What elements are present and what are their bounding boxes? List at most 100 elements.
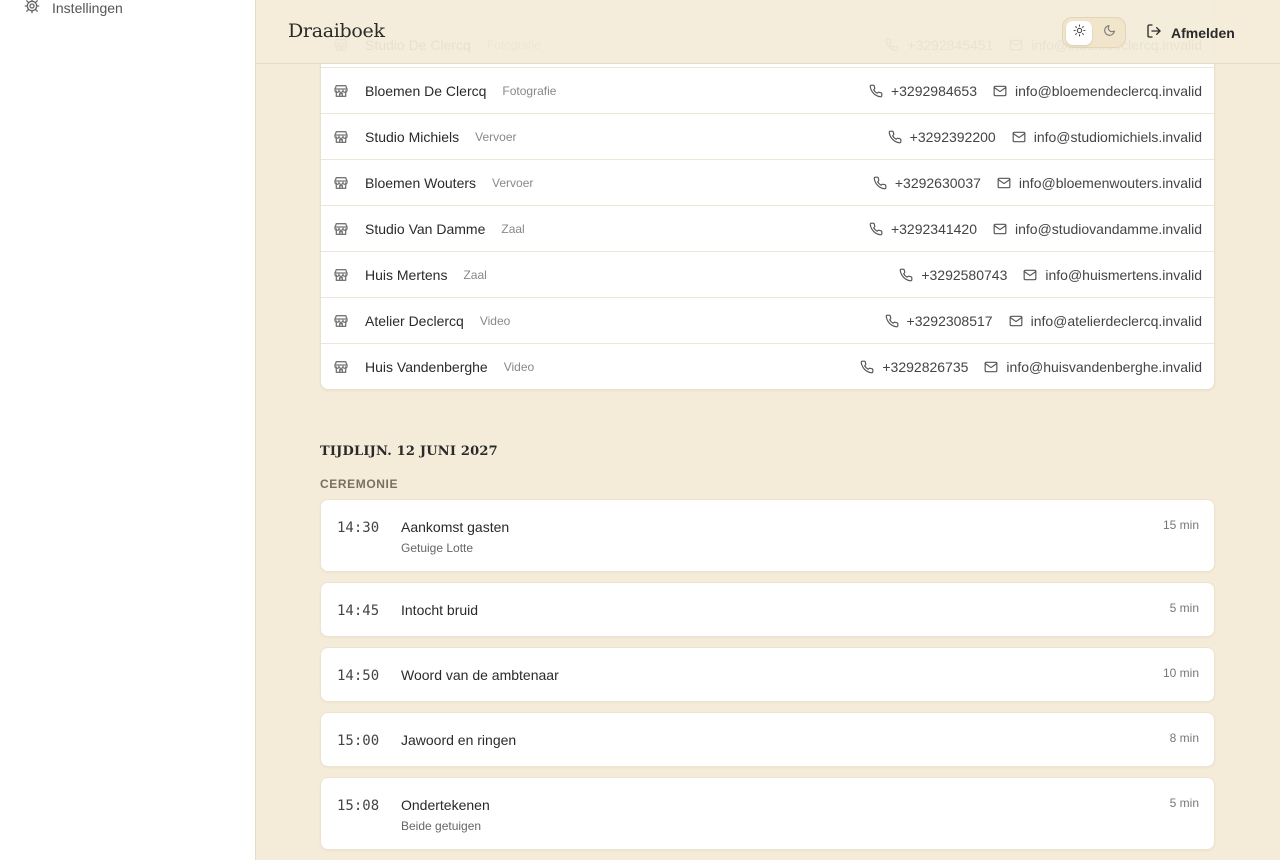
event-duration: 5 min — [1169, 601, 1199, 615]
event-subtitle: Beide getuigen — [401, 819, 482, 833]
vendor-category: Video — [479, 313, 511, 328]
store-icon — [333, 175, 349, 191]
timeline-event[interactable]: 14:30 Aankomst gasten Getuige Lotte 15 min — [320, 499, 1215, 572]
timeline-event[interactable]: 14:45 Intocht bruid 5 min — [320, 582, 1215, 637]
phone-icon — [873, 176, 887, 190]
event-time: 15:00 — [337, 733, 380, 749]
sun-icon — [1073, 24, 1086, 42]
vendor-email-link[interactable]: info@bloemendeclercq.invalid — [993, 83, 1202, 99]
timeline-group-label: CEREMONIE — [320, 477, 399, 491]
vendor-phone-link[interactable]: +3292341420 — [869, 221, 977, 237]
vendor-row[interactable]: Atelier Declercq Video +3292308517 info@ate… — [321, 297, 1214, 343]
sidebar: Instellingen — [0, 0, 256, 860]
vendor-email-link[interactable]: info@bloemenwouters.invalid — [997, 175, 1202, 191]
topbar: Draaiboek Afmelden — [256, 0, 1280, 64]
vendor-email-link[interactable]: info@atelierdeclercq.invalid — [1009, 313, 1202, 329]
mail-icon — [1009, 314, 1023, 328]
vendor-name: Huis Vandenberghe — [365, 358, 488, 375]
vendor-category: Vervoer — [492, 175, 534, 190]
event-duration: 15 min — [1162, 518, 1199, 532]
logout-button[interactable]: Afmelden — [1146, 23, 1235, 42]
vendor-category: Zaal — [463, 267, 487, 282]
vendor-email: info@studiomichiels.invalid — [1033, 128, 1202, 145]
moon-icon — [1103, 24, 1116, 42]
mail-icon — [1023, 268, 1037, 282]
phone-icon — [888, 130, 902, 144]
sidebar-item-settings[interactable]: Instellingen — [24, 0, 123, 17]
mail-icon — [993, 84, 1007, 98]
vendor-email-link[interactable]: info@huismertens.invalid — [1023, 267, 1202, 283]
mail-icon — [984, 360, 998, 374]
light-mode-button[interactable] — [1066, 20, 1092, 45]
event-title: Woord van de ambtenaar — [401, 667, 559, 683]
vendor-row[interactable]: Huis Vandenberghe Video +3292826735 info@hu… — [321, 343, 1214, 389]
event-time: 15:08 — [337, 798, 380, 814]
store-icon — [333, 221, 349, 237]
store-icon — [333, 129, 349, 145]
event-time: 14:50 — [337, 668, 380, 684]
event-title: Jawoord en ringen — [401, 732, 517, 748]
vendor-email-link[interactable]: info@studiomichiels.invalid — [1012, 129, 1202, 145]
event-time: 14:45 — [337, 603, 380, 619]
sidebar-item-label: Instellingen — [52, 0, 123, 16]
event-duration: 10 min — [1162, 666, 1199, 680]
vendor-phone: +3292341420 — [890, 220, 978, 237]
vendor-phone: +3292308517 — [906, 312, 993, 329]
event-subtitle: Getuige Lotte — [401, 541, 474, 555]
mail-icon — [1012, 130, 1026, 144]
event-title: Intocht bruid — [401, 602, 479, 618]
vendor-phone-link[interactable]: +3292308517 — [885, 313, 993, 329]
vendor-phone-link[interactable]: +3292984653 — [869, 83, 977, 99]
vendor-email: info@bloemendeclercq.invalid — [1015, 82, 1202, 99]
phone-icon — [899, 268, 913, 282]
vendor-phone: +3292630037 — [894, 174, 981, 191]
timeline-event[interactable]: 14:50 Woord van de ambtenaar 10 min — [320, 647, 1215, 702]
phone-icon — [860, 360, 874, 374]
vendor-category: Vervoer — [475, 129, 517, 144]
vendor-email: info@bloemenwouters.invalid — [1018, 174, 1202, 191]
vendor-email: info@huisvandenberghe.invalid — [1006, 358, 1202, 375]
main-area: Studio De ClercqFotografie+3292845451inf… — [256, 0, 1280, 860]
mail-icon — [997, 176, 1011, 190]
vendor-email-link[interactable]: info@huisvandenberghe.invalid — [984, 359, 1202, 375]
dark-mode-button[interactable] — [1096, 21, 1122, 45]
vendor-category: Video — [503, 359, 535, 374]
vendor-email: info@studiovandamme.invalid — [1015, 220, 1202, 237]
timeline-event[interactable]: 15:08 Ondertekenen Beide getuigen 5 min — [320, 777, 1215, 850]
event-duration: 8 min — [1169, 731, 1199, 745]
gear-icon — [24, 0, 40, 17]
vendor-row[interactable]: Studio Van Damme Zaal +3292341420 info@stud… — [321, 205, 1214, 251]
vendor-row[interactable]: Bloemen Wouters Vervoer +3292630037 info@bl… — [321, 159, 1214, 205]
vendor-email-link[interactable]: info@studiovandamme.invalid — [993, 221, 1202, 237]
mail-icon — [993, 222, 1007, 236]
vendor-phone: +3292984653 — [890, 82, 978, 99]
page-title: Draaiboek — [288, 20, 385, 42]
store-icon — [333, 313, 349, 329]
vendor-row[interactable]: Bloemen De Clercq Fotografie +3292984653 in… — [321, 67, 1214, 113]
phone-icon — [885, 314, 899, 328]
store-icon — [333, 359, 349, 375]
vendor-name: Bloemen De Clercq — [365, 82, 487, 99]
vendor-row[interactable]: Studio Michiels Vervoer +3292392200 info@st… — [321, 113, 1214, 159]
vendor-name: Studio Van Damme — [365, 220, 486, 237]
vendor-row[interactable]: Huis Mertens Zaal +3292580743 info@huismert… — [321, 251, 1214, 297]
theme-toggle[interactable] — [1062, 17, 1126, 48]
vendor-phone-link[interactable]: +3292580743 — [899, 267, 1007, 283]
store-icon — [333, 83, 349, 99]
event-time: 14:30 — [337, 520, 380, 536]
vendor-email: info@atelierdeclercq.invalid — [1030, 312, 1202, 329]
vendor-phone-link[interactable]: +3292826735 — [860, 359, 968, 375]
store-icon — [333, 267, 349, 283]
vendor-name: Huis Mertens — [365, 266, 448, 283]
logout-icon — [1146, 23, 1162, 42]
vendor-name: Atelier Declercq — [365, 312, 464, 329]
event-title: Ondertekenen — [401, 797, 490, 813]
logout-label: Afmelden — [1171, 24, 1235, 41]
phone-icon — [869, 222, 883, 236]
vendor-category: Fotografie — [502, 83, 557, 98]
vendor-phone-link[interactable]: +3292630037 — [873, 175, 981, 191]
vendor-phone-link[interactable]: +3292392200 — [888, 129, 996, 145]
event-duration: 5 min — [1169, 796, 1199, 810]
timeline-event[interactable]: 15:00 Jawoord en ringen 8 min — [320, 712, 1215, 767]
vendor-name: Bloemen Wouters — [365, 174, 477, 191]
